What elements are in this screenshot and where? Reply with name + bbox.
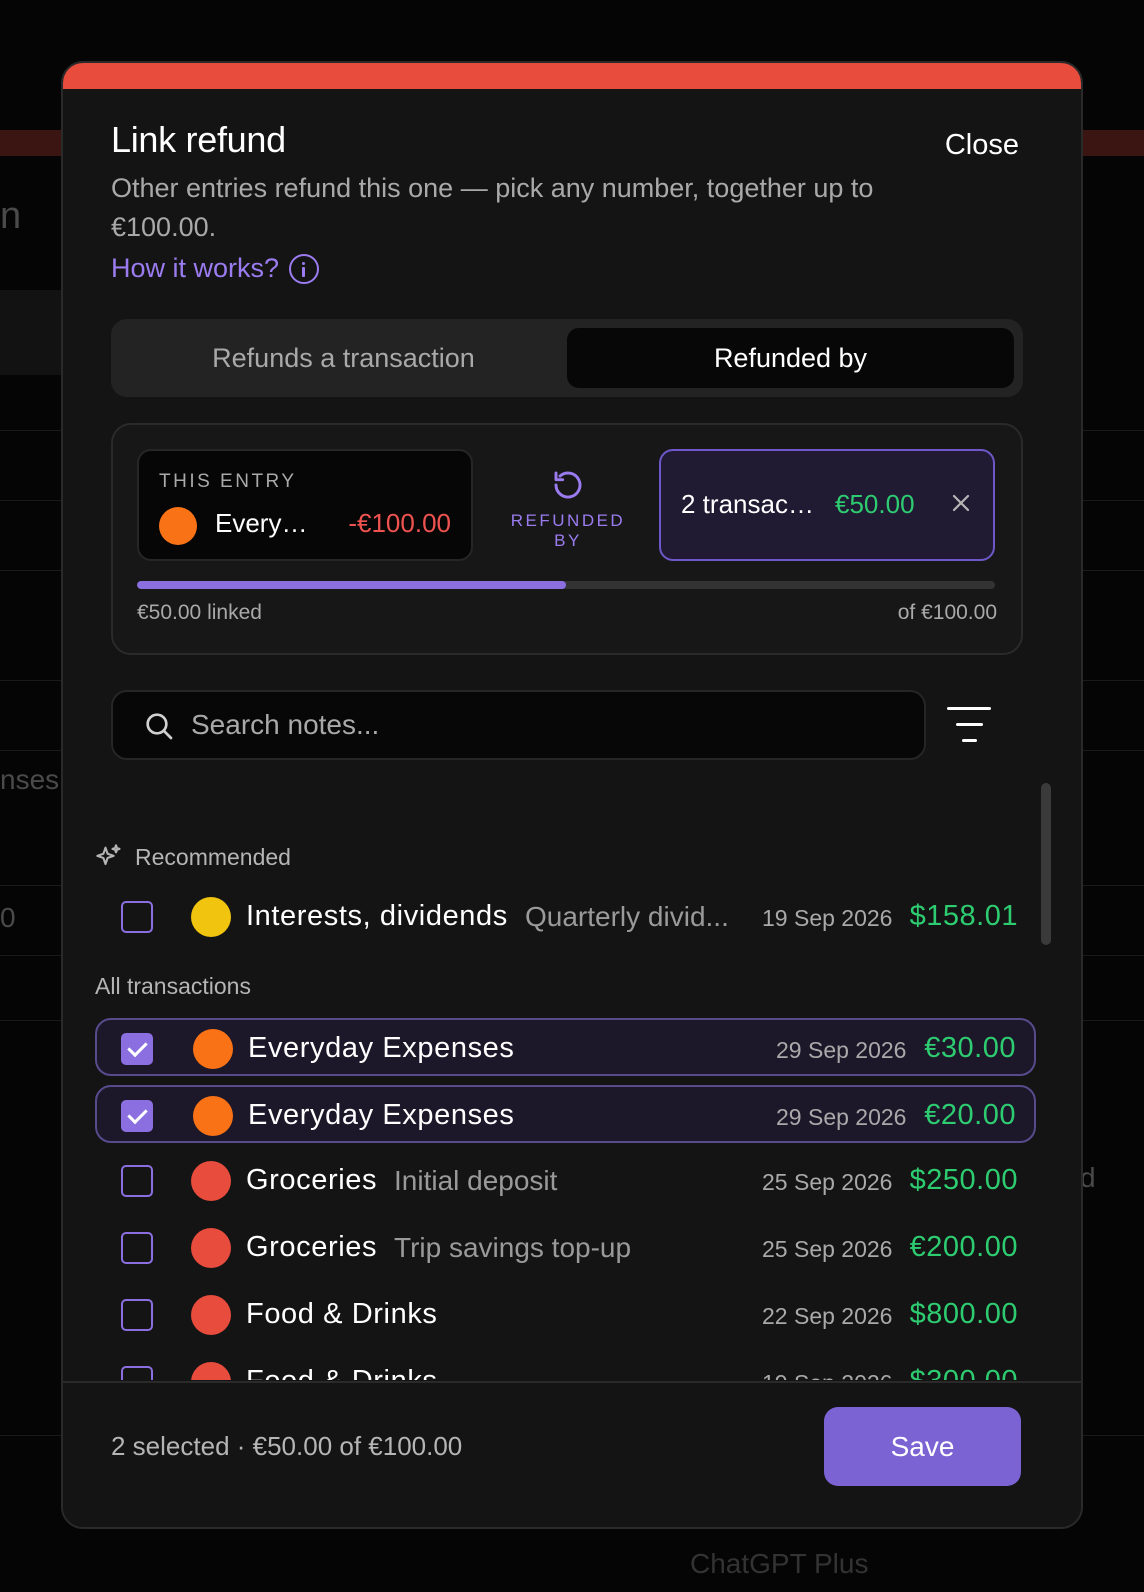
total-amount-text: of €100.00 — [897, 601, 997, 624]
filter-icon — [947, 707, 991, 710]
modal-accent-bar — [63, 63, 1081, 89]
row-date: 19 Sep 2026 — [762, 905, 893, 931]
row-amount: $800.00 — [909, 1298, 1018, 1330]
category-color-dot — [191, 1228, 231, 1268]
sparkle-icon — [96, 844, 121, 866]
category-color-dot — [193, 1029, 233, 1069]
row-date: 29 Sep 2026 — [776, 1037, 907, 1063]
row-checkbox[interactable] — [121, 1232, 153, 1264]
scrollbar[interactable] — [1041, 783, 1051, 945]
category-color-dot — [191, 897, 231, 937]
transaction-row[interactable]: Everyday Expenses 29 Sep 2026 €30.00 — [95, 1018, 1036, 1076]
row-note: Quarterly divid... — [525, 901, 729, 932]
how-it-works-link[interactable]: How it works? — [111, 253, 320, 284]
link-progress-fill — [137, 581, 566, 589]
row-amount: €30.00 — [924, 1032, 1016, 1064]
search-input[interactable] — [191, 702, 891, 748]
row-checkbox[interactable] — [121, 901, 153, 933]
selection-summary: 2 selected · €50.00 of €100.00 — [111, 1431, 463, 1461]
row-note: Trip savings top-up — [394, 1232, 632, 1263]
background-text: nses — [0, 764, 60, 795]
search-icon — [146, 713, 173, 740]
close-button[interactable]: Close — [945, 129, 1019, 162]
linked-transactions-chip[interactable]: 2 transactions €50.00 — [659, 449, 995, 561]
tab-refunded-by[interactable]: Refunded by — [567, 328, 1014, 388]
row-amount: $158.01 — [909, 900, 1018, 932]
category-color-dot — [191, 1362, 231, 1380]
info-icon — [289, 253, 320, 284]
transaction-row[interactable]: Food & Drinks 19 Sep 2026 $300.00 — [95, 1353, 1036, 1380]
row-checkbox[interactable] — [121, 1366, 153, 1380]
row-category: Everyday Expenses — [248, 1032, 515, 1064]
category-color-dot — [193, 1096, 233, 1136]
modal-subtitle: Other entries refund this one — pick any… — [111, 173, 874, 242]
background-text: n — [0, 195, 22, 237]
refresh-icon — [554, 471, 582, 499]
transaction-row[interactable]: Food & Drinks 22 Sep 2026 $800.00 — [95, 1286, 1036, 1344]
how-it-works-label: How it works? — [111, 253, 280, 283]
mode-tabs: Refunds a transaction Refunded by — [111, 319, 1023, 397]
filter-button[interactable] — [947, 703, 993, 747]
tab-refunds-a-transaction[interactable]: Refunds a transaction — [120, 328, 567, 388]
transaction-row[interactable]: Everyday Expenses 29 Sep 2026 €20.00 — [95, 1085, 1036, 1143]
this-entry-label: THIS ENTRY — [159, 471, 297, 492]
row-date: 25 Sep 2026 — [762, 1169, 893, 1195]
section-recommended: Recommended — [95, 843, 291, 871]
row-amount: $300.00 — [910, 1365, 1018, 1380]
link-summary-card: THIS ENTRY Everyday Expenses -€100.00 RE… — [111, 423, 1023, 655]
refunded-by-label: REFUNDED BY — [510, 511, 626, 550]
row-amount: €20.00 — [924, 1099, 1016, 1131]
row-checkbox[interactable] — [121, 1100, 153, 1132]
modal-footer: 2 selected · €50.00 of €100.00 Save — [63, 1381, 1081, 1527]
background-block — [0, 290, 70, 375]
background-text: ChatGPT Plus — [690, 1548, 869, 1579]
row-note: Initial deposit — [394, 1165, 558, 1196]
section-label-text: All transactions — [95, 973, 251, 999]
link-refund-modal: Link refund Close Other entries refund t… — [61, 61, 1083, 1529]
transaction-row[interactable]: Groceries Initial deposit 25 Sep 2026 $250.… — [95, 1152, 1036, 1210]
save-button[interactable]: Save — [824, 1407, 1021, 1486]
transaction-list: Recommended Interests, dividends Quarterly… — [63, 775, 1081, 1380]
row-amount: $250.00 — [909, 1164, 1018, 1196]
relation-indicator: REFUNDED BY — [497, 469, 639, 551]
linked-count-text: 2 transactions — [681, 489, 819, 519]
category-color-dot — [191, 1161, 231, 1201]
row-date: 29 Sep 2026 — [776, 1104, 907, 1130]
row-checkbox[interactable] — [121, 1165, 153, 1197]
row-category: Interests, dividends — [246, 900, 508, 932]
category-color-dot — [159, 507, 197, 545]
transaction-row[interactable]: Groceries Trip savings top-up 25 Sep 2026 €… — [95, 1219, 1036, 1277]
row-category: Groceries — [246, 1164, 378, 1196]
linked-amount: €50.00 — [835, 489, 915, 519]
section-all-transactions: All transactions — [95, 973, 251, 1000]
linked-amount-text: €50.00 linked — [137, 601, 262, 624]
modal-title: Link refund — [111, 119, 286, 160]
transaction-row[interactable]: Interests, dividends Quarterly divid... 19… — [95, 888, 1036, 946]
section-label-text: Recommended — [135, 843, 291, 870]
row-amount: €200.00 — [909, 1231, 1018, 1263]
row-category: Everyday Expenses — [248, 1099, 515, 1131]
row-date: 22 Sep 2026 — [762, 1303, 893, 1329]
entry-amount: -€100.00 — [348, 508, 451, 538]
row-date: 19 Sep 2026 — [762, 1370, 892, 1380]
row-category: Food & Drinks — [246, 1365, 438, 1380]
entry-category-name: Everyday Expenses — [215, 508, 320, 538]
background-text: 0 — [0, 902, 16, 933]
clear-icon[interactable] — [949, 491, 973, 515]
row-checkbox[interactable] — [121, 1299, 153, 1331]
row-category: Food & Drinks — [246, 1298, 438, 1330]
row-category: Groceries — [246, 1231, 378, 1263]
row-date: 25 Sep 2026 — [762, 1236, 893, 1262]
search-box — [111, 690, 926, 760]
category-color-dot — [191, 1295, 231, 1335]
link-progress-bar — [137, 581, 995, 589]
this-entry-box: THIS ENTRY Everyday Expenses -€100.00 — [137, 449, 473, 561]
row-checkbox[interactable] — [121, 1033, 153, 1065]
